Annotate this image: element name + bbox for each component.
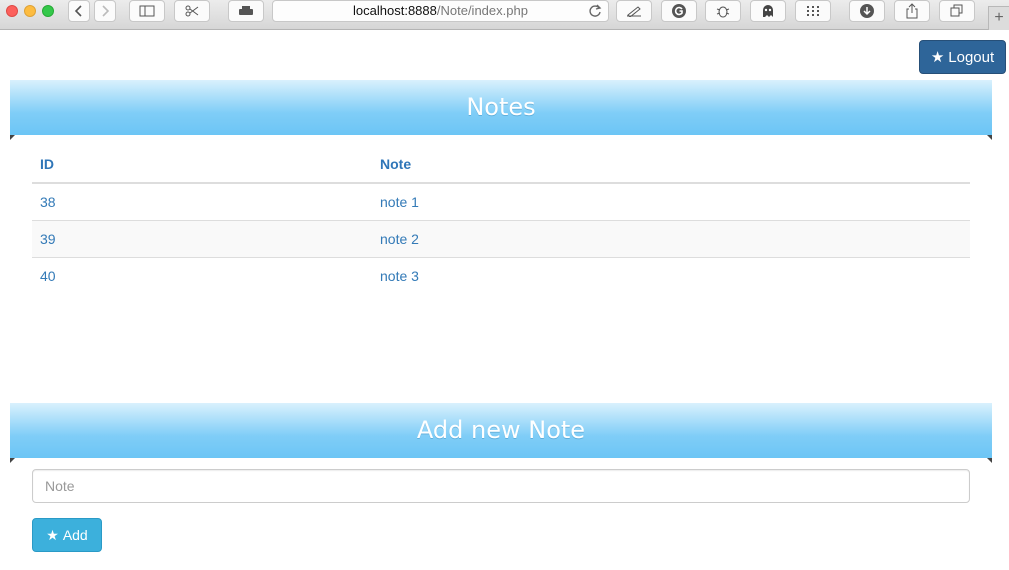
new-tab-button[interactable]: + bbox=[988, 6, 1009, 30]
close-window-button[interactable] bbox=[6, 5, 18, 17]
star-icon: ★ bbox=[930, 49, 945, 66]
scissors-icon bbox=[185, 5, 199, 17]
column-header-note[interactable]: Note bbox=[372, 145, 970, 184]
note-id-cell[interactable]: 40 bbox=[32, 256, 372, 294]
downloads-button[interactable] bbox=[849, 0, 885, 22]
panel-corner-left bbox=[10, 135, 15, 140]
share-icon bbox=[906, 3, 918, 19]
star-icon: ★ bbox=[46, 526, 59, 543]
forward-button[interactable] bbox=[94, 0, 116, 22]
minimize-window-button[interactable] bbox=[24, 5, 36, 17]
add-note-button[interactable]: ★ Add bbox=[32, 518, 102, 552]
table-row[interactable]: 40 note 3 bbox=[32, 256, 970, 294]
sidebar-toggle-button[interactable] bbox=[129, 0, 165, 22]
grammarly-icon bbox=[672, 4, 686, 18]
ghostery-extension-button[interactable] bbox=[750, 0, 786, 22]
panel-corner-right bbox=[987, 135, 992, 140]
logout-label: Logout bbox=[948, 48, 995, 66]
notes-panel-title: Notes bbox=[10, 80, 992, 135]
grid-icon bbox=[807, 6, 819, 16]
print-button[interactable] bbox=[228, 0, 264, 22]
tabs-icon bbox=[950, 4, 963, 17]
annotate-button[interactable] bbox=[616, 0, 652, 22]
apps-button[interactable] bbox=[795, 0, 831, 22]
maximize-window-button[interactable] bbox=[42, 5, 54, 17]
share-button[interactable] bbox=[894, 0, 930, 22]
url-path: /Note/index.php bbox=[436, 3, 528, 18]
table-header-row: ID Note bbox=[32, 145, 970, 184]
panel-corner-left bbox=[10, 458, 15, 463]
note-id-cell[interactable]: 39 bbox=[32, 219, 372, 257]
note-text-cell[interactable]: note 2 bbox=[372, 219, 970, 257]
note-input[interactable] bbox=[32, 469, 970, 503]
reload-icon[interactable] bbox=[588, 4, 602, 18]
tabs-overview-button[interactable] bbox=[939, 0, 975, 22]
address-bar[interactable]: localhost:8888/Note/index.php bbox=[272, 0, 609, 22]
printer-icon bbox=[239, 6, 253, 15]
browser-toolbar: localhost:8888/Note/index.php + bbox=[0, 0, 1009, 30]
bug-icon bbox=[716, 6, 730, 18]
bug-extension-button[interactable] bbox=[705, 0, 741, 22]
note-text-cell[interactable]: note 1 bbox=[372, 182, 970, 220]
sidebar-icon bbox=[139, 5, 155, 17]
download-icon bbox=[860, 4, 874, 18]
table-row[interactable]: 38 note 1 bbox=[32, 182, 970, 220]
grammarly-extension-button[interactable] bbox=[661, 0, 697, 22]
column-header-id[interactable]: ID bbox=[32, 145, 372, 184]
add-label: Add bbox=[62, 527, 88, 543]
notes-table: ID Note 38 note 1 39 note 2 40 note 3 bbox=[32, 145, 970, 294]
chevron-left-icon bbox=[74, 5, 82, 17]
ghost-icon bbox=[763, 5, 773, 17]
logout-button[interactable]: ★ Logout bbox=[919, 40, 1006, 74]
note-text-cell[interactable]: note 3 bbox=[372, 256, 970, 294]
pen-icon bbox=[627, 6, 641, 17]
note-id-cell[interactable]: 38 bbox=[32, 182, 372, 220]
chevron-right-icon bbox=[102, 5, 110, 17]
add-note-panel-title: Add new Note bbox=[10, 403, 992, 458]
url-host: localhost:8888 bbox=[353, 3, 437, 18]
back-button[interactable] bbox=[68, 0, 90, 22]
panel-corner-right bbox=[987, 458, 992, 463]
clip-button[interactable] bbox=[174, 0, 210, 22]
table-row[interactable]: 39 note 2 bbox=[32, 219, 970, 257]
